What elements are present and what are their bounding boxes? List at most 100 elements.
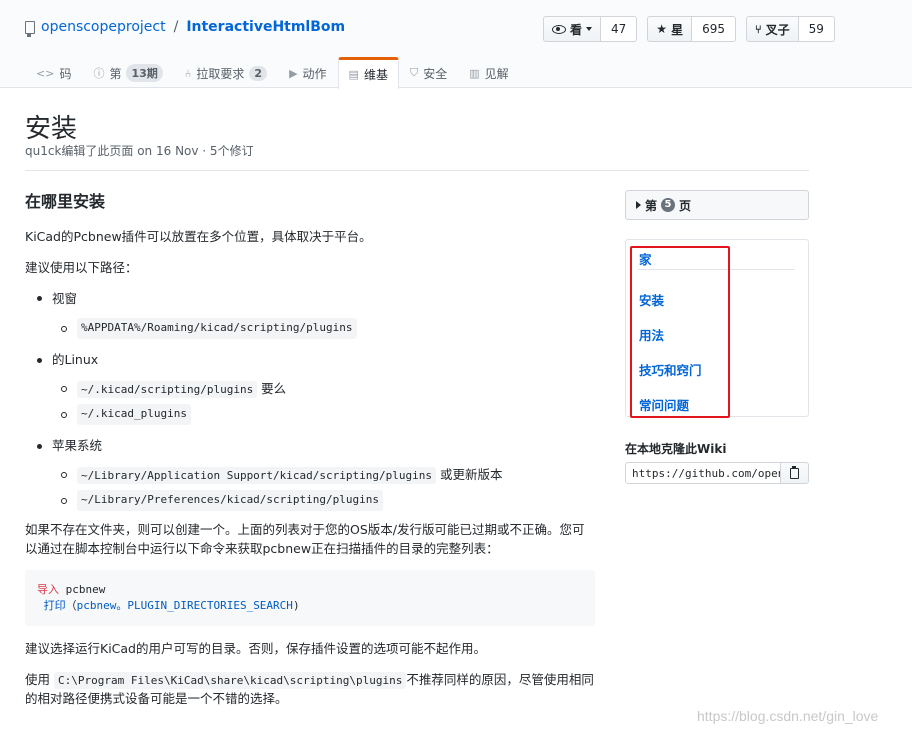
tab-insights[interactable]: ▥ 见解	[458, 57, 519, 88]
repo-icon	[25, 20, 35, 37]
repo-separator: /	[173, 19, 179, 35]
repo-nav: <> 码 ⓘ 第 13期 ⑃ 拉取要求 2 ▶ 动作 ▤ 维基 ⛉ 安全 ▥ 见…	[25, 57, 520, 89]
code-open-paren: （	[65, 599, 77, 613]
paragraph-recommend: 建议使用以下路径：	[25, 259, 138, 275]
star-icon: ★	[656, 22, 668, 36]
list-item: 的Linux	[37, 351, 595, 370]
tab-security[interactable]: ⛉ 安全	[399, 57, 458, 88]
tab-actions[interactable]: ▶ 动作	[278, 57, 337, 88]
fork-icon: ⑂	[754, 22, 762, 36]
star-label: 星	[671, 22, 684, 37]
paragraph-folder: 如果不存在文件夹，则可以创建一个。上面的列表对于您的OS版本/发行版可能已过期或…	[25, 521, 585, 556]
pages-count-badge: 5	[661, 198, 676, 212]
tab-issues[interactable]: ⓘ 第 13期	[82, 57, 173, 88]
mac-path-1: ~/Library/Application Support/kicad/scri…	[77, 466, 436, 484]
repo-owner-link[interactable]: openscopeproject	[41, 19, 166, 35]
copy-button[interactable]	[780, 462, 809, 484]
clone-title: 在本地克隆此Wiki	[625, 442, 727, 456]
clone-url-input[interactable]	[625, 462, 781, 484]
bullet-icon	[37, 357, 42, 363]
program-files-path: C:\Program Files\KiCad\share\kicad\scrip…	[54, 671, 407, 689]
graph-icon: ▥	[469, 66, 480, 80]
page-meta: qu1ck编辑了此页面 on 16 Nov · 5个修订	[25, 144, 254, 158]
os-windows: 视窗	[52, 290, 78, 306]
play-icon: ▶	[289, 66, 298, 80]
pull-request-icon: ⑃	[184, 66, 192, 80]
tab-code[interactable]: <> 码	[25, 57, 82, 88]
tab-insights-label: 见解	[484, 66, 509, 81]
watermark: https://blog.csdn.net/gin_love	[697, 708, 879, 724]
watch-label: 看	[570, 22, 583, 37]
tab-wiki-label: 维基	[363, 68, 388, 82]
code-call: pcbnew。PLUGIN_DIRECTORIES_SEARCH	[76, 599, 293, 613]
pulls-count-badge: 2	[249, 65, 268, 81]
list-item: ~/.kicad_plugins	[61, 404, 595, 425]
shield-icon: ⛉	[409, 66, 419, 79]
clipboard-icon	[790, 465, 799, 479]
list-item: ~/.kicad/scripting/plugins 要么	[61, 380, 595, 399]
sub-bullet-icon	[61, 497, 67, 504]
code-block: 导入 pcbnew 打印（pcbnew。PLUGIN_DIRECTORIES_S…	[25, 570, 595, 627]
watch-button[interactable]: 看	[543, 16, 602, 42]
star-count[interactable]: 695	[692, 16, 736, 42]
code-close-paren: )	[292, 599, 300, 613]
linux-path-2: ~/.kicad_plugins	[77, 404, 191, 425]
repo-title: openscopeproject / InteractiveHtmlBom	[25, 19, 345, 37]
pages-label-pre: 第	[645, 198, 658, 213]
tab-pulls[interactable]: ⑃ 拉取要求 2	[174, 57, 278, 88]
sub-bullet-icon	[61, 411, 67, 418]
book-icon: ▤	[348, 68, 359, 81]
p5-pre: 使用	[25, 671, 51, 687]
watch-button-group: 看 47	[543, 16, 638, 42]
star-button-group: ★ 星 695	[647, 16, 736, 42]
tab-wiki[interactable]: ▤ 维基	[337, 57, 399, 89]
fork-button[interactable]: ⑂ 叉子	[745, 16, 799, 42]
tab-pulls-label: 拉取要求	[196, 66, 245, 81]
fork-button-group: ⑂ 叉子 59	[745, 16, 835, 42]
sub-bullet-icon	[61, 471, 67, 478]
bullet-icon	[37, 443, 42, 449]
code-module: pcbnew	[65, 583, 106, 597]
title-divider	[25, 170, 809, 171]
code-icon: <>	[36, 66, 55, 80]
sub-bullet-icon	[61, 385, 67, 392]
eye-icon	[552, 24, 566, 34]
code-keyword-import: 导入	[37, 583, 59, 597]
section-heading: 在哪里安装	[25, 192, 106, 211]
page-title: 安装	[25, 114, 78, 144]
mac-path-2: ~/Library/Preferences/kicad/scripting/pl…	[77, 490, 384, 511]
list-item: 视窗	[37, 290, 595, 309]
list-item: 苹果系统	[37, 437, 595, 456]
repo-name-link[interactable]: InteractiveHtmlBom	[186, 19, 345, 35]
os-mac: 苹果系统	[52, 437, 103, 453]
chevron-down-icon	[586, 27, 593, 31]
fork-count[interactable]: 59	[798, 16, 835, 42]
highlight-box	[630, 246, 730, 418]
tab-issues-label: 第	[109, 66, 122, 81]
bullet-icon	[37, 296, 42, 302]
pages-label-post: 页	[679, 198, 692, 213]
triangle-right-icon	[636, 201, 641, 209]
issue-icon: ⓘ	[93, 67, 105, 80]
star-button[interactable]: ★ 星	[647, 16, 693, 42]
os-linux: 的Linux	[52, 351, 99, 367]
list-item: %APPDATA%/Roaming/kicad/scripting/plugin…	[61, 318, 595, 339]
pages-toggle[interactable]: 第 5 页	[625, 190, 809, 220]
fork-label: 叉子	[765, 22, 790, 37]
tab-security-label: 安全	[423, 66, 448, 81]
tab-code-label: 码	[59, 66, 72, 81]
paragraph-program-files: 使用 C:\Program Files\KiCad\share\kicad\sc…	[25, 671, 595, 709]
list-item: ~/Library/Preferences/kicad/scripting/pl…	[61, 490, 595, 511]
watch-count[interactable]: 47	[601, 16, 638, 42]
list-item: ~/Library/Application Support/kicad/scri…	[61, 466, 595, 485]
sub-bullet-icon	[61, 325, 67, 332]
code-print: 打印	[43, 599, 66, 613]
wiki-content: 在哪里安装 KiCad的Pcbnew插件可以放置在多个位置，具体取决于平台。 建…	[25, 190, 595, 720]
tab-actions-label: 动作	[302, 66, 327, 81]
paragraph-writable: 建议选择运行KiCad的用户可写的目录。否则，保存插件设置的选项可能不起作用。	[25, 641, 486, 657]
linux-or: 要么	[261, 380, 287, 396]
windows-path: %APPDATA%/Roaming/kicad/scripting/plugin…	[77, 318, 357, 339]
issues-count-badge: 13期	[126, 64, 163, 82]
mac-note: 或更新版本	[439, 466, 503, 482]
linux-path-1: ~/.kicad/scripting/plugins	[77, 380, 258, 398]
